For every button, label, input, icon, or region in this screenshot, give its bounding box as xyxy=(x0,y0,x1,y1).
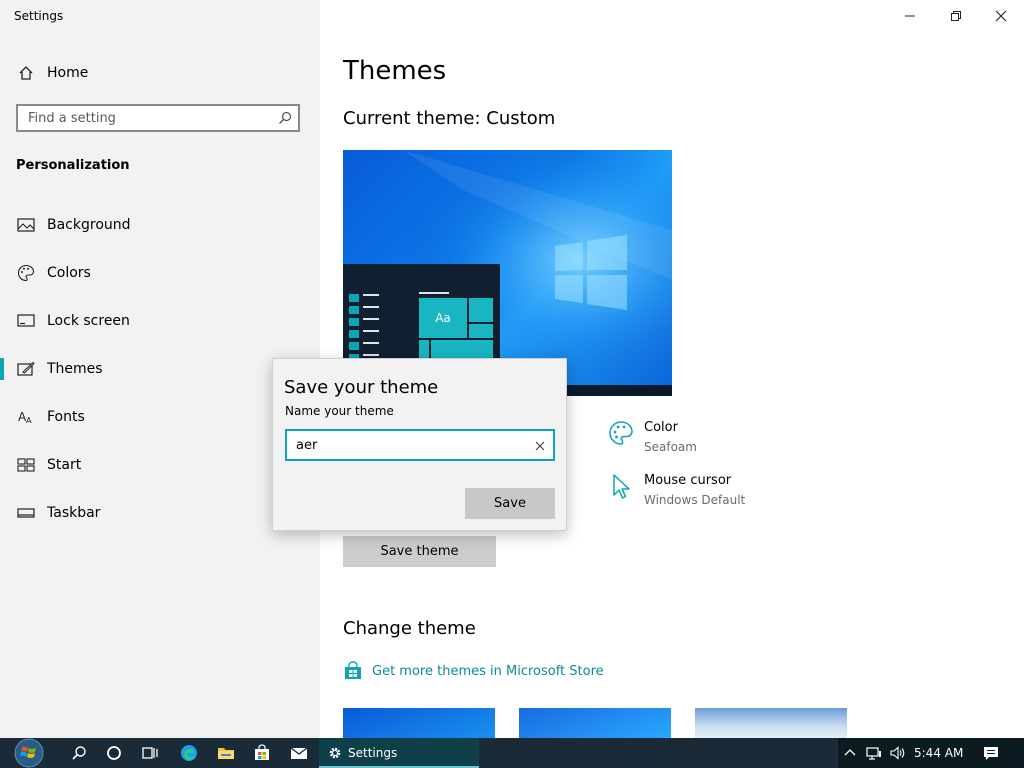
change-theme-heading: Change theme xyxy=(343,618,476,639)
store-link-label: Get more themes in Microsoft Store xyxy=(372,663,604,679)
start-tiles-icon xyxy=(16,455,36,475)
current-theme-heading: Current theme: Custom xyxy=(343,108,555,129)
brush-icon xyxy=(16,359,36,379)
property-value: Windows Default xyxy=(644,493,746,507)
speaker-icon xyxy=(890,746,905,760)
edge-icon xyxy=(181,745,197,761)
dialog-title: Save your theme xyxy=(284,377,439,398)
mail-icon xyxy=(290,747,308,759)
cursor-icon xyxy=(608,473,634,507)
save-theme-dialog: Save your theme Name your theme Save xyxy=(272,358,567,531)
sidebar-item-label: Start xyxy=(47,457,82,473)
sidebar-item-label: Lock screen xyxy=(47,313,130,329)
sidebar-item-label: Themes xyxy=(47,361,103,377)
close-button[interactable] xyxy=(978,0,1024,32)
sidebar-item-label: Home xyxy=(47,65,89,81)
volume-button[interactable] xyxy=(887,738,909,768)
property-title: Mouse cursor xyxy=(644,473,732,488)
search-icon[interactable] xyxy=(278,110,292,129)
section-title: Personalization xyxy=(16,158,130,173)
mouse-cursor-property[interactable]: Mouse cursor Windows Default xyxy=(608,473,745,507)
windows-orb-icon xyxy=(14,738,44,768)
color-property[interactable]: Color Seafoam xyxy=(608,420,697,454)
save-button[interactable]: Save xyxy=(465,488,555,519)
palette-icon xyxy=(16,263,36,283)
edge-button[interactable] xyxy=(175,738,203,768)
picture-icon xyxy=(16,215,36,235)
theme-name-input[interactable] xyxy=(287,431,526,459)
start-button[interactable] xyxy=(8,738,50,768)
network-icon xyxy=(866,747,881,760)
restore-button[interactable] xyxy=(933,0,979,32)
restore-icon xyxy=(951,11,961,21)
task-view-button[interactable] xyxy=(136,738,164,768)
font-icon: AA xyxy=(16,407,36,427)
dialog-label: Name your theme xyxy=(285,404,394,418)
store-icon xyxy=(255,744,269,760)
search-button[interactable] xyxy=(64,738,94,768)
show-hidden-icons-button[interactable] xyxy=(840,738,860,768)
sidebar-item-label: Fonts xyxy=(47,409,85,425)
svg-text:A: A xyxy=(26,416,32,425)
clear-icon[interactable] xyxy=(533,438,547,452)
taskbar-icon xyxy=(16,503,36,523)
network-button[interactable] xyxy=(863,738,885,768)
taskbar: Settings 5:44 AM xyxy=(0,738,1024,768)
search-input[interactable] xyxy=(18,106,268,130)
taskbar-app-label: Settings xyxy=(348,746,398,760)
theme-thumbnail[interactable] xyxy=(343,708,495,738)
property-value: Seafoam xyxy=(644,440,697,454)
home-icon xyxy=(16,63,36,83)
theme-name-field xyxy=(285,429,555,461)
mail-button[interactable] xyxy=(285,738,313,768)
store-link[interactable]: Get more themes in Microsoft Store xyxy=(343,661,604,681)
taskbar-settings-app[interactable]: Settings xyxy=(319,738,479,768)
clock[interactable]: 5:44 AM xyxy=(914,738,963,768)
sidebar-item-label: Colors xyxy=(47,265,91,281)
cortana-icon xyxy=(107,746,121,760)
close-icon xyxy=(995,10,1007,22)
gear-icon xyxy=(328,746,342,760)
sidebar-item-background[interactable]: Background xyxy=(0,205,320,245)
file-explorer-button[interactable] xyxy=(212,738,240,768)
chevron-up-icon xyxy=(844,749,856,756)
store-bag-icon xyxy=(343,661,363,681)
search-icon xyxy=(72,746,86,760)
sidebar-item-home[interactable]: Home xyxy=(0,53,320,93)
sidebar-item-colors[interactable]: Colors xyxy=(0,253,320,293)
minimize-icon xyxy=(905,15,915,17)
property-title: Color xyxy=(644,420,678,435)
lock-screen-icon xyxy=(16,311,36,331)
palette-icon xyxy=(608,420,634,454)
app-title: Settings xyxy=(14,9,64,23)
cortana-button[interactable] xyxy=(100,738,128,768)
minimize-button[interactable] xyxy=(887,0,933,32)
tile-aa: Aa xyxy=(419,298,467,338)
action-center-button[interactable] xyxy=(978,738,1004,768)
save-theme-button[interactable]: Save theme xyxy=(343,536,496,567)
search-box xyxy=(16,104,300,132)
current-theme-value: Custom xyxy=(486,108,556,129)
sidebar-item-lock-screen[interactable]: Lock screen xyxy=(0,301,320,341)
notification-icon xyxy=(984,746,998,760)
task-view-icon xyxy=(142,747,158,759)
page-title: Themes xyxy=(343,56,447,86)
sidebar-item-label: Taskbar xyxy=(47,505,101,521)
theme-thumbnail[interactable] xyxy=(519,708,671,738)
folder-icon xyxy=(218,748,234,759)
sidebar-item-label: Background xyxy=(47,217,131,233)
current-theme-label: Current theme: xyxy=(343,108,481,129)
theme-thumbnail[interactable] xyxy=(695,708,847,738)
store-button[interactable] xyxy=(248,738,276,768)
